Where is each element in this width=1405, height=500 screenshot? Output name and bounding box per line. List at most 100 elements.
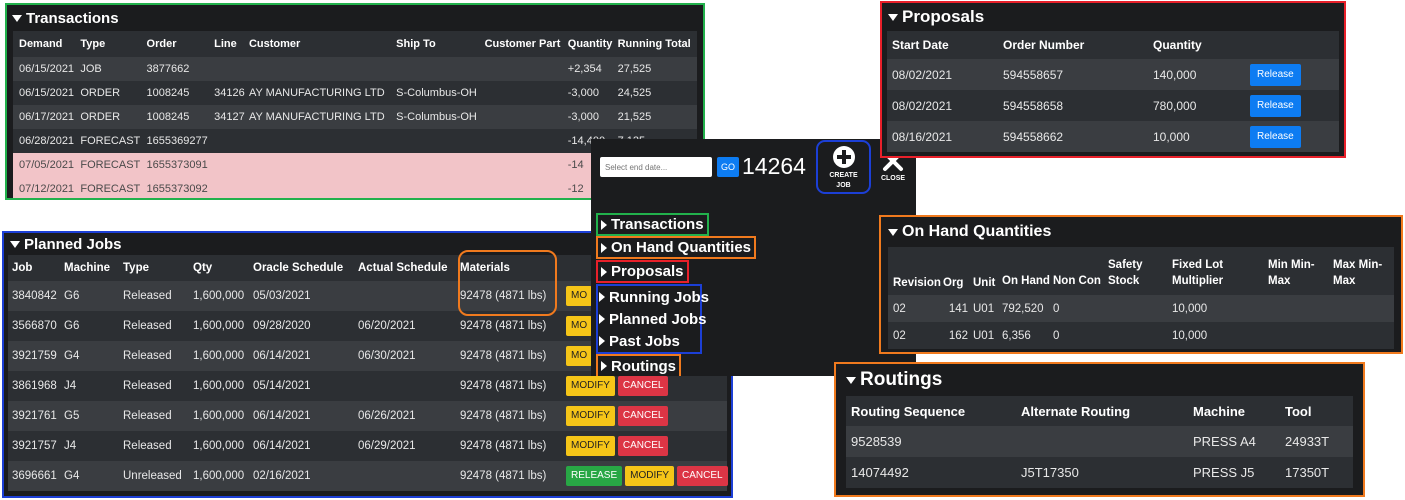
cell-job: 3861968 [8, 371, 63, 401]
cell-tool: 17350T [1284, 457, 1353, 488]
cell-order: 1655373091 [145, 153, 214, 177]
cell-oracle-schedule: 06/14/2021 [252, 431, 357, 461]
proposals-panel: Proposals Start Date Order Number Quanti… [880, 1, 1346, 158]
modify-button[interactable]: MODIFY [566, 376, 615, 396]
modify-button[interactable]: MODIFY [566, 406, 615, 426]
menu-item-running-jobs[interactable]: Running Jobs [599, 286, 709, 308]
cell-running-total: 21,525 [616, 105, 697, 129]
col-type: Type [79, 31, 146, 57]
cell-safety-stock [1107, 295, 1171, 322]
menu-item-routings[interactable]: Routings [596, 354, 681, 376]
cell-order: 1655373092 [145, 177, 214, 198]
cell-actual-schedule [357, 371, 459, 401]
menu-item-past-jobs[interactable]: Past Jobs [599, 330, 680, 352]
cell-start-date: 08/16/2021 [887, 121, 1002, 152]
col-quantity: Quantity [1152, 31, 1249, 59]
cell-max-min-max [1332, 322, 1394, 349]
cell-order: 1008245 [145, 105, 214, 129]
menu-item-label: Planned Jobs [609, 310, 707, 328]
col-unit: Unit [972, 247, 1001, 295]
cell-customer [247, 177, 396, 198]
cancel-button[interactable]: CANCEL [617, 406, 669, 426]
cell-actions: Release [1249, 90, 1339, 121]
caret-down-icon [888, 13, 898, 21]
transactions-title[interactable]: Transactions [7, 5, 703, 31]
proposals-title-text: Proposals [902, 7, 985, 26]
caret-down-icon [888, 228, 898, 236]
col-safety-stock: Safety Stock [1107, 247, 1171, 295]
cancel-button[interactable]: CANCEL [617, 436, 669, 456]
menu-item-label: Past Jobs [609, 332, 680, 350]
cell-quantity: 780,000 [1152, 90, 1249, 121]
transactions-title-text: Transactions [26, 9, 119, 27]
cancel-button[interactable]: CANCEL [677, 466, 728, 486]
create-job-label-2: JOB [836, 182, 851, 189]
release-button[interactable]: RELEASE [566, 466, 623, 486]
cell-line: 34127 [213, 105, 248, 129]
on-hand-title[interactable]: On Hand Quantities [881, 217, 1401, 247]
cell-order-number: 594558662 [1002, 121, 1152, 152]
cell-type: Released [122, 341, 192, 371]
jobs-menu-group: Running Jobs Planned Jobs Past Jobs [596, 284, 709, 354]
modify-button[interactable]: MO [566, 286, 593, 306]
cell-revision: 02 [888, 295, 942, 322]
cell-min-min-max [1267, 295, 1332, 322]
cell-order-number: 594558658 [1002, 90, 1152, 121]
end-date-input[interactable] [600, 157, 712, 177]
cell-line: 34126 [213, 81, 248, 105]
cell-ship-to [395, 153, 484, 177]
cell-machine: G5 [63, 401, 122, 431]
col-customer: Customer [247, 31, 396, 57]
cell-ship-to [395, 129, 484, 153]
table-row: 3921761 G5 Released 1,600,000 06/14/2021… [8, 401, 727, 431]
cell-machine: G6 [63, 311, 122, 341]
cell-machine: G4 [63, 341, 122, 371]
menu-item-transactions[interactable]: Transactions [596, 213, 709, 236]
modify-button[interactable]: MO [566, 346, 593, 366]
release-button[interactable]: Release [1250, 125, 1301, 148]
table-row: 06/15/2021 ORDER 1008245 34126 AY MANUFA… [13, 81, 697, 105]
cell-actual-schedule [357, 281, 459, 311]
table-row: 14074492 J5T17350 PRESS J5 17350T [846, 457, 1353, 488]
proposals-title[interactable]: Proposals [882, 3, 1344, 31]
cell-org: 141 [942, 295, 972, 322]
cell-oracle-schedule: 05/14/2021 [252, 371, 357, 401]
cell-alternate-routing: J5T17350 [1020, 457, 1192, 488]
modify-button[interactable]: MODIFY [625, 466, 675, 486]
on-hand-quantities-panel: On Hand Quantities Revision Org Unit On … [879, 215, 1403, 354]
cell-quantity: +2,354 [566, 57, 617, 81]
table-row: 06/15/2021 JOB 3877662 +2,354 27,525 [13, 57, 697, 81]
cell-actions: MODIFY CANCEL [565, 401, 727, 431]
cell-type: ORDER [79, 81, 146, 105]
release-button[interactable]: Release [1250, 63, 1301, 86]
cell-job: 3921759 [8, 341, 63, 371]
release-button[interactable]: Release [1250, 94, 1301, 117]
routings-title[interactable]: Routings [836, 364, 1363, 396]
cell-non-con: 0 [1052, 322, 1107, 349]
menu-item-planned-jobs[interactable]: Planned Jobs [599, 308, 707, 330]
col-order-number: Order Number [1002, 31, 1152, 59]
modify-button[interactable]: MO [566, 316, 593, 336]
cell-demand: 06/15/2021 [13, 81, 80, 105]
routings-table: Routing Sequence Alternate Routing Machi… [846, 396, 1353, 488]
menu-item-label: Transactions [611, 216, 704, 233]
create-job-button[interactable]: CREATE JOB [816, 140, 871, 194]
col-start-date: Start Date [887, 31, 1002, 59]
cell-type: Released [122, 281, 192, 311]
cell-quantity: -3,000 [566, 81, 617, 105]
col-oracle-schedule: Oracle Schedule [252, 255, 357, 281]
menu-item-on-hand-quantities[interactable]: On Hand Quantities [596, 236, 757, 259]
caret-right-icon [599, 292, 605, 302]
cell-max-min-max [1332, 295, 1394, 322]
cell-type: FORECAST [79, 177, 146, 198]
col-fixed-lot-multiplier: Fixed Lot Multiplier [1171, 247, 1267, 295]
go-button[interactable]: GO [717, 157, 740, 177]
cell-type: Released [122, 371, 192, 401]
menu-item-proposals[interactable]: Proposals [596, 260, 689, 283]
cell-machine: PRESS A4 [1192, 426, 1284, 457]
modify-button[interactable]: MODIFY [566, 436, 615, 456]
cancel-button[interactable]: CANCEL [617, 376, 669, 396]
table-row: 08/02/2021 594558657 140,000 Release [887, 59, 1339, 90]
cell-line [213, 153, 248, 177]
col-non-con: Non Con [1052, 247, 1107, 295]
